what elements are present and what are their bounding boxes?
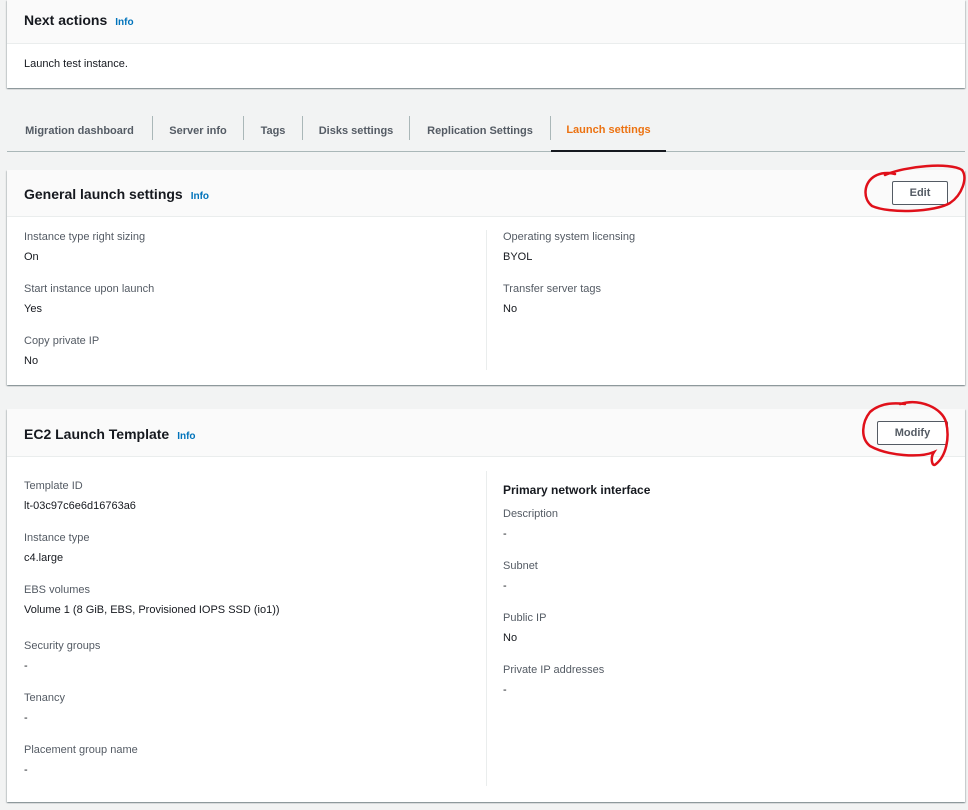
tab-launch-settings[interactable]: Launch settings xyxy=(551,110,666,152)
security-groups-value: - xyxy=(24,660,28,672)
general-launch-settings-header: General launch settings Info Edit xyxy=(7,170,965,217)
column-divider xyxy=(486,230,487,370)
private-ip-addresses-label: Private IP addresses xyxy=(503,664,605,676)
public-ip-label: Public IP xyxy=(503,612,547,624)
tenancy-label: Tenancy xyxy=(24,692,65,704)
template-id-value: lt-03c97c6e6d16763a6 xyxy=(24,500,136,512)
description-label: Description xyxy=(503,508,559,520)
general-launch-settings-title-text: General launch settings xyxy=(24,186,183,202)
start-instance-upon-launch-label: Start instance upon launch xyxy=(24,283,155,295)
instance-type-value: c4.large xyxy=(24,552,64,564)
ec2-launch-template-title-text: EC2 Launch Template xyxy=(24,426,170,442)
tab-replication-settings[interactable]: Replication Settings xyxy=(410,110,550,151)
start-instance-upon-launch-value: Yes xyxy=(24,303,42,315)
general-launch-settings-info-link[interactable]: Info xyxy=(191,191,209,202)
ec2-launch-template-info-link[interactable]: Info xyxy=(177,431,195,442)
next-actions-header: Next actions Info xyxy=(7,0,965,44)
general-launch-settings-panel: General launch settings Info Edit Instan… xyxy=(7,170,965,385)
server-tabs: Migration dashboard Server info Tags Dis… xyxy=(7,110,965,152)
placement-group-name-value: - xyxy=(24,764,28,776)
modify-button[interactable]: Modify xyxy=(877,421,948,445)
edit-button[interactable]: Edit xyxy=(892,181,948,205)
ec2-launch-template-title: EC2 Launch Template Info xyxy=(24,426,196,442)
tab-disks-settings[interactable]: Disks settings xyxy=(303,110,409,151)
column-divider xyxy=(486,471,487,786)
ebs-volumes-label: EBS volumes xyxy=(24,584,91,596)
tab-tags[interactable]: Tags xyxy=(244,110,302,151)
next-actions-title-text: Next actions xyxy=(24,12,108,28)
next-actions-text: Launch test instance. xyxy=(24,58,128,70)
operating-system-licensing-value: BYOL xyxy=(503,251,533,263)
general-launch-settings-title: General launch settings Info xyxy=(24,186,209,202)
private-ip-addresses-value: - xyxy=(503,684,507,696)
public-ip-value: No xyxy=(503,632,518,644)
tab-migration-dashboard[interactable]: Migration dashboard xyxy=(7,110,152,151)
ec2-launch-template-panel: EC2 Launch Template Info Modify Template… xyxy=(7,409,965,802)
subnet-label: Subnet xyxy=(503,560,538,572)
ec2-launch-template-header: EC2 Launch Template Info Modify xyxy=(7,409,965,457)
placement-group-name-label: Placement group name xyxy=(24,744,138,756)
copy-private-ip-label: Copy private IP xyxy=(24,335,100,347)
primary-network-interface-heading: Primary network interface xyxy=(503,483,651,497)
instance-type-right-sizing-value: On xyxy=(24,251,39,263)
tenancy-value: - xyxy=(24,712,28,724)
subnet-value: - xyxy=(503,580,507,592)
description-value: - xyxy=(503,528,507,540)
next-actions-info-link[interactable]: Info xyxy=(115,17,133,28)
ebs-volumes-value: Volume 1 (8 GiB, EBS, Provisioned IOPS S… xyxy=(24,604,280,616)
security-groups-label: Security groups xyxy=(24,640,101,652)
instance-type-right-sizing-label: Instance type right sizing xyxy=(24,231,146,243)
operating-system-licensing-label: Operating system licensing xyxy=(503,231,636,243)
tab-server-info[interactable]: Server info xyxy=(153,110,243,151)
transfer-server-tags-label: Transfer server tags xyxy=(503,283,602,295)
copy-private-ip-value: No xyxy=(24,355,39,367)
next-actions-panel: Next actions Info Launch test instance. xyxy=(7,0,965,88)
transfer-server-tags-value: No xyxy=(503,303,518,315)
template-id-label: Template ID xyxy=(24,480,83,492)
instance-type-label: Instance type xyxy=(24,532,90,544)
next-actions-title: Next actions Info xyxy=(24,12,134,28)
